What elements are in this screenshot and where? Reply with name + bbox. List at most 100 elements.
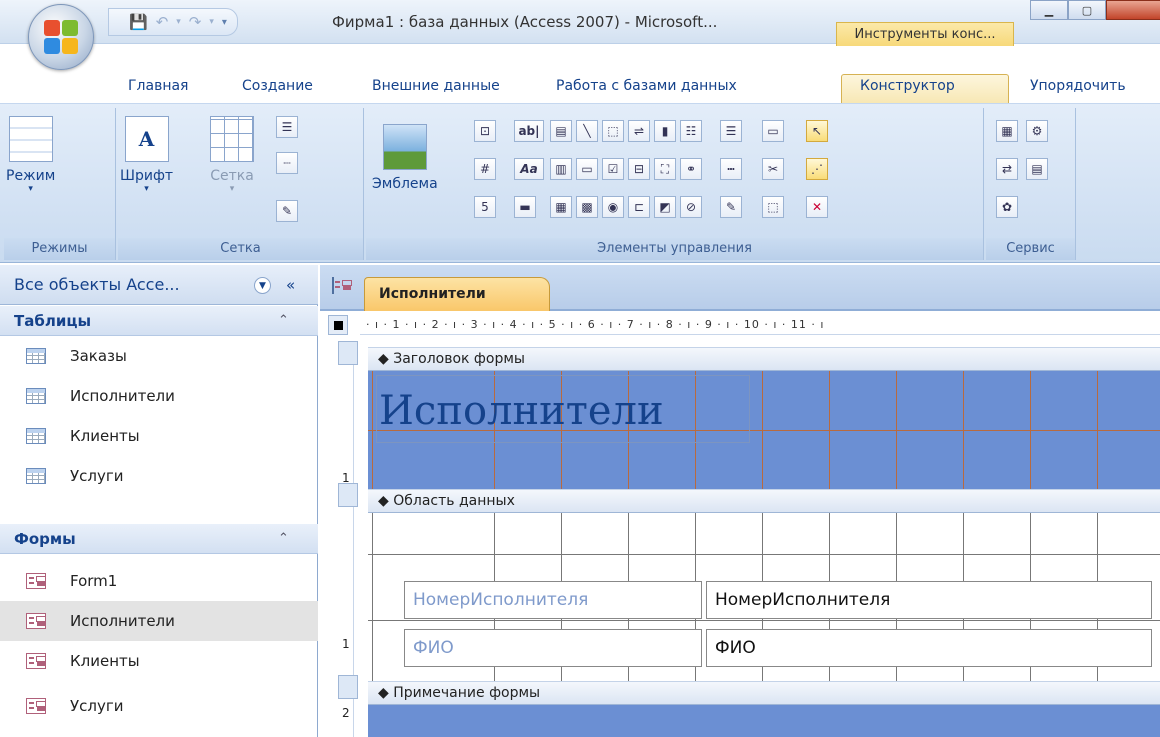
button-icon[interactable]: ▬ [514,196,536,218]
close-button[interactable] [1106,0,1160,20]
code-icon[interactable]: ✿ [996,196,1018,218]
label-icon[interactable]: Aa [514,158,544,180]
maximize-button[interactable]: ▢ [1068,0,1106,20]
line-type-dropdown-icon[interactable]: ┅ [720,158,742,180]
collapse-section-icon[interactable]: ⌃ [278,313,289,328]
nav-header[interactable]: Все объекты Acce... ▼ « [0,265,318,305]
nav-section-tables[interactable]: Таблицы ⌃ [0,306,318,336]
horizontal-ruler: · ı · 1 · ı · 2 · ı · 3 · ı · 4 · ı · 5 … [360,315,1160,335]
nav-item-form-selected[interactable]: Исполнители [0,601,318,641]
page-number-icon[interactable]: # [474,158,496,180]
line-color-dropdown-icon[interactable]: ✎ [720,196,742,218]
collapse-pane-icon[interactable]: « [286,276,295,294]
line-thickness-dropdown-icon[interactable]: ☰ [720,120,742,142]
tab-control-icon[interactable]: ⊟ [628,158,650,180]
line-style-icon[interactable]: ┈ [276,152,298,174]
line-color-icon[interactable]: ✎ [276,200,298,222]
view-button[interactable]: Режим ▾ [6,116,55,194]
gridlines-button[interactable]: Сетка ▾ [210,116,254,194]
save-icon[interactable]: 💾 [129,13,148,31]
title-icon[interactable]: ⊡ [474,120,496,142]
bound-frame-icon[interactable]: ◩ [654,196,676,218]
ribbon: Режим ▾ Режимы A Шрифт ▾ Сетка ▾ ☰ ┈ ✎ С… [0,103,1160,263]
unbound-frame-icon[interactable]: ⛶ [654,158,676,180]
select-all-icon[interactable]: ⬚ [762,196,784,218]
chart-icon[interactable]: ▮ [654,120,676,142]
subform-window-icon[interactable]: ▤ [1026,158,1048,180]
form-footer-bar[interactable]: ◆ Примечание формы [368,681,1160,705]
tab-design[interactable]: Конструктор [860,78,955,94]
dropdown-icon[interactable]: ▾ [209,17,214,27]
special-effect-icon[interactable]: ▭ [762,120,784,142]
field-label[interactable]: НомерИсполнителя [404,581,702,619]
field-textbox[interactable]: ФИО [706,629,1152,667]
logo-button[interactable]: Эмблема [372,124,438,192]
line-thickness-icon[interactable]: ☰ [276,116,298,138]
form-title-label[interactable]: Исполнители [376,375,750,443]
undo-icon[interactable]: ↶ [156,13,169,31]
nav-item-form[interactable]: Услуги [0,686,318,726]
section-selector[interactable] [338,483,358,507]
tab-database-tools[interactable]: Работа с базами данных [556,78,737,94]
property-icon[interactable]: ⚙ [1026,120,1048,142]
attachment-icon[interactable]: ⊘ [680,196,702,218]
option-group-icon[interactable]: ⬚ [602,120,624,142]
minimize-button[interactable]: ▁ [1030,0,1068,20]
customize-qat-icon[interactable]: ▾ [222,17,227,28]
gridlines-icon [210,116,254,162]
line-icon[interactable]: ╲ [576,120,598,142]
subform-icon[interactable]: ▦ [550,196,572,218]
select-pointer-icon[interactable]: ↖ [806,120,828,142]
combo-box-icon[interactable]: ▤ [550,120,572,142]
nav-item-label: Услуги [70,697,124,715]
tab-create[interactable]: Создание [242,78,313,94]
section-selector[interactable] [338,341,358,365]
group-modes: Режим ▾ Режимы [4,108,116,260]
nav-item-table[interactable]: Клиенты [0,416,318,456]
collapse-section-icon[interactable]: ⌃ [278,531,289,546]
nav-item-table[interactable]: Исполнители [0,376,318,416]
insert-page-icon[interactable]: ☷ [680,120,702,142]
nav-item-form[interactable]: Form1 [0,561,318,601]
section-selector[interactable] [338,675,358,699]
toggle-button-icon[interactable]: ⇌ [628,120,650,142]
detail-bar[interactable]: ◆ Область данных [368,489,1160,513]
form-icon [332,277,334,294]
font-button[interactable]: A Шрифт ▾ [120,116,173,194]
office-button[interactable] [28,4,94,70]
navigation-pane: Все объекты Acce... ▼ « Таблицы ⌃ Заказы… [0,265,318,737]
select-form-button[interactable] [328,315,348,335]
tab-order-icon[interactable]: ⇄ [996,158,1018,180]
dropdown-icon[interactable]: ▾ [176,17,181,27]
form-footer-section[interactable] [368,705,1160,737]
tab-home[interactable]: Главная [128,78,188,94]
field-textbox[interactable]: НомерИсполнителя [706,581,1152,619]
date-time-icon[interactable]: 5 [474,196,496,218]
nav-section-forms[interactable]: Формы ⌃ [0,524,318,554]
document-tab[interactable]: Исполнители [364,277,550,311]
nav-section-title: Формы [14,529,76,548]
page-break-icon[interactable]: ⊏ [628,196,650,218]
property-sheet-icon[interactable]: ✂ [762,158,784,180]
text-box-icon[interactable]: ab| [514,120,544,142]
tab-external-data[interactable]: Внешние данные [372,78,500,94]
nav-item-table[interactable]: Заказы [0,336,318,376]
activex-icon[interactable]: ✕ [806,196,828,218]
field-label[interactable]: ФИО [404,629,702,667]
list-box-icon[interactable]: ▥ [550,158,572,180]
checkbox-icon[interactable]: ☑ [602,158,624,180]
option-button-icon[interactable]: ◉ [602,196,624,218]
chevron-down-icon[interactable]: ▼ [254,277,271,294]
add-fields-icon[interactable]: ▦ [996,120,1018,142]
group-grid-label: Сетка [118,238,363,260]
quick-access-toolbar: 💾 ↶ ▾ ↷ ▾ ▾ [108,8,238,36]
nav-item-form[interactable]: Клиенты [0,641,318,681]
form-header-bar[interactable]: ◆ Заголовок формы [368,347,1160,371]
image-icon[interactable]: ▩ [576,196,598,218]
rectangle-icon[interactable]: ▭ [576,158,598,180]
nav-item-table[interactable]: Услуги [0,456,318,496]
control-wizards-icon[interactable]: ⋰ [806,158,828,180]
hyperlink-icon[interactable]: ⚭ [680,158,702,180]
tab-arrange[interactable]: Упорядочить [1030,78,1126,94]
redo-icon[interactable]: ↷ [189,13,202,31]
